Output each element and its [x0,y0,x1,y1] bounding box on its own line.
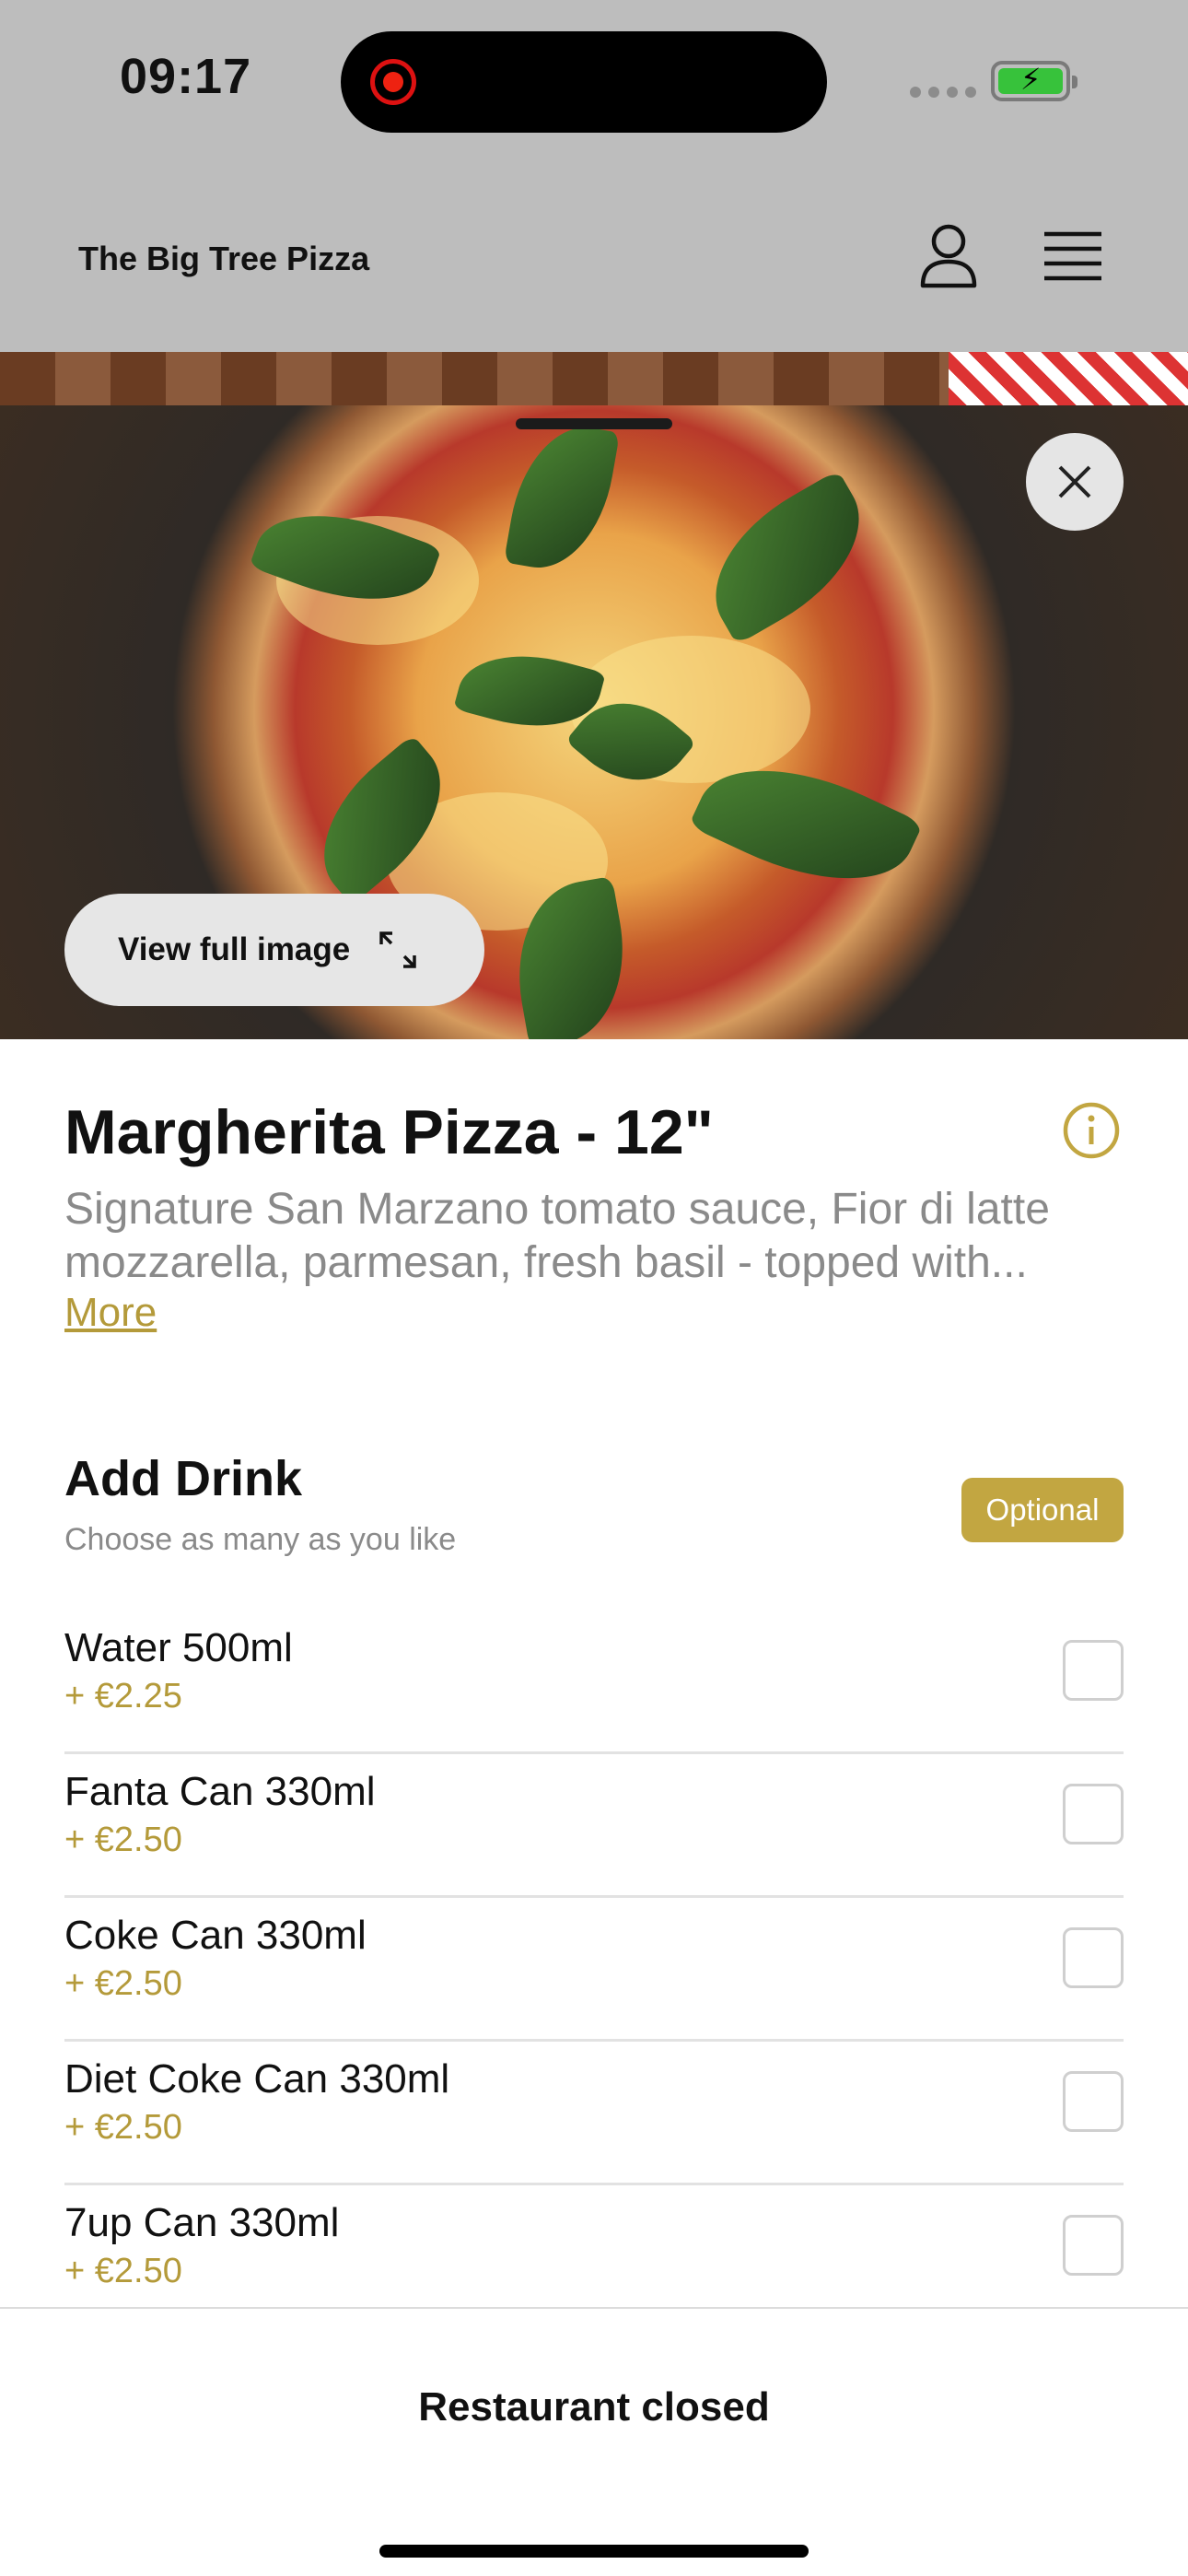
app-header: The Big Tree Pizza [0,166,1188,352]
battery-icon: ⚡ [991,61,1077,101]
more-link[interactable]: More [64,1290,157,1336]
record-icon [370,59,416,105]
view-full-image-button[interactable]: View full image [64,894,484,1006]
brand-name[interactable]: The Big Tree Pizza [78,240,369,278]
menu-icon[interactable] [1042,230,1103,282]
drink-name: Water 500ml [64,1625,293,1670]
item-description: Signature San Marzano tomato sauce, Fior… [64,1185,1050,1287]
restaurant-status: Restaurant closed [418,2384,770,2430]
backdrop-image [0,352,1188,405]
optional-badge: Optional [961,1478,1124,1542]
view-full-image-label: View full image [118,931,351,967]
drink-price: + €2.50 [64,2108,182,2147]
drink-option[interactable]: Coke Can 330ml + €2.50 [64,1898,1124,2042]
drink-price: + €2.50 [64,1964,182,2003]
drink-price: + €2.25 [64,1677,182,1715]
drink-name: Fanta Can 330ml [64,1769,376,1814]
close-button[interactable] [1026,433,1124,531]
footer-bar: Restaurant closed [0,2307,1188,2576]
drink-name: Diet Coke Can 330ml [64,2056,450,2102]
drink-name: 7up Can 330ml [64,2200,340,2245]
drink-checkbox[interactable] [1063,2071,1124,2132]
profile-icon[interactable] [919,221,978,289]
drink-name: Coke Can 330ml [64,1913,367,1958]
status-bar: 09:17 ⚡ [0,0,1188,166]
drink-price: + €2.50 [64,2252,182,2290]
home-indicator[interactable] [379,2545,809,2558]
item-title: Margherita Pizza - 12" [64,1097,714,1167]
drink-price: + €2.50 [64,1821,182,1859]
drink-checkbox[interactable] [1063,1640,1124,1701]
status-time: 09:17 [120,49,252,104]
drink-checkbox[interactable] [1063,1784,1124,1844]
close-icon [1058,465,1091,498]
signal-icon [910,87,976,98]
sheet-grabber[interactable] [516,418,672,429]
expand-icon [379,931,416,968]
section-title: Add Drink [64,1451,303,1506]
drink-checkbox[interactable] [1063,2215,1124,2276]
info-icon[interactable] [1063,1102,1120,1159]
drink-option[interactable]: Water 500ml + €2.25 [64,1610,1124,1754]
drink-checkbox[interactable] [1063,1927,1124,1988]
drink-option[interactable]: Fanta Can 330ml + €2.50 [64,1754,1124,1898]
section-subtitle: Choose as many as you like [64,1522,457,1557]
drink-option[interactable]: Diet Coke Can 330ml + €2.50 [64,2042,1124,2185]
dynamic-island [341,31,827,133]
drink-options-list: Water 500ml + €2.25 Fanta Can 330ml + €2… [64,1610,1124,2329]
